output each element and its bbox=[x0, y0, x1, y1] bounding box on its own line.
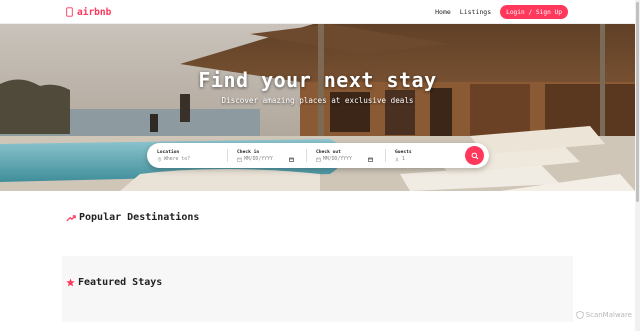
checkin-label: Check in bbox=[237, 149, 260, 155]
guests-label: Guests bbox=[395, 149, 412, 155]
watermark-text: ScanMalware bbox=[585, 311, 632, 319]
brand-name: airbnb bbox=[77, 6, 112, 18]
calendar-icon bbox=[237, 157, 242, 162]
hero-banner: Find your next stay Discover amazing pla… bbox=[0, 24, 635, 191]
popular-destinations-title: Popular Destinations bbox=[79, 212, 200, 223]
featured-stays-title: Featured Stays bbox=[78, 277, 163, 288]
shield-icon bbox=[576, 311, 584, 319]
nav-listings-link[interactable]: Listings bbox=[460, 8, 491, 16]
checkin-input[interactable]: MM/DD/YYYY bbox=[244, 157, 273, 162]
checkin-field[interactable]: Check in MM/DD/YYYY bbox=[227, 146, 306, 165]
hero-subtitle: Discover amazing places at exclusive dea… bbox=[221, 96, 414, 105]
main-nav: Home Listings Login / Sign Up bbox=[435, 5, 568, 19]
brand-logo[interactable]: airbnb bbox=[66, 5, 111, 19]
map-pin-icon bbox=[157, 156, 162, 162]
featured-stays-heading: Featured Stays bbox=[66, 277, 162, 288]
checkout-label: Check out bbox=[316, 149, 341, 155]
top-header: airbnb Home Listings Login / Sign Up bbox=[0, 0, 635, 24]
scrollbar-thumb[interactable] bbox=[636, 2, 639, 202]
guests-input[interactable]: 1 bbox=[402, 157, 405, 162]
search-icon bbox=[471, 152, 478, 159]
date-picker-icon[interactable] bbox=[368, 157, 373, 162]
checkout-field[interactable]: Check out MM/DD/YYYY bbox=[306, 146, 385, 165]
airbnb-logo-icon bbox=[66, 7, 73, 17]
hero-title: Find your next stay bbox=[198, 68, 437, 92]
location-label: Location bbox=[157, 149, 180, 155]
date-picker-icon[interactable] bbox=[289, 157, 294, 162]
page-scrollbar[interactable] bbox=[635, 0, 640, 331]
nav-home-link[interactable]: Home bbox=[435, 8, 451, 16]
star-icon bbox=[66, 278, 75, 287]
trending-up-icon bbox=[66, 214, 76, 221]
login-signup-button[interactable]: Login / Sign Up bbox=[500, 5, 568, 19]
popular-destinations-heading: Popular Destinations bbox=[66, 212, 199, 223]
location-input[interactable]: Where to? bbox=[164, 157, 190, 162]
users-icon bbox=[395, 157, 399, 162]
search-button[interactable] bbox=[465, 146, 484, 165]
location-field[interactable]: Location Where to? bbox=[147, 146, 227, 165]
guests-field[interactable]: Guests 1 bbox=[385, 146, 465, 165]
watermark: ScanMalware bbox=[576, 311, 632, 319]
checkout-input[interactable]: MM/DD/YYYY bbox=[323, 157, 352, 162]
calendar-icon bbox=[316, 157, 321, 162]
search-bar: Location Where to? Check in MM/DD/YYYY C… bbox=[147, 143, 489, 168]
featured-stays-section bbox=[62, 256, 573, 322]
